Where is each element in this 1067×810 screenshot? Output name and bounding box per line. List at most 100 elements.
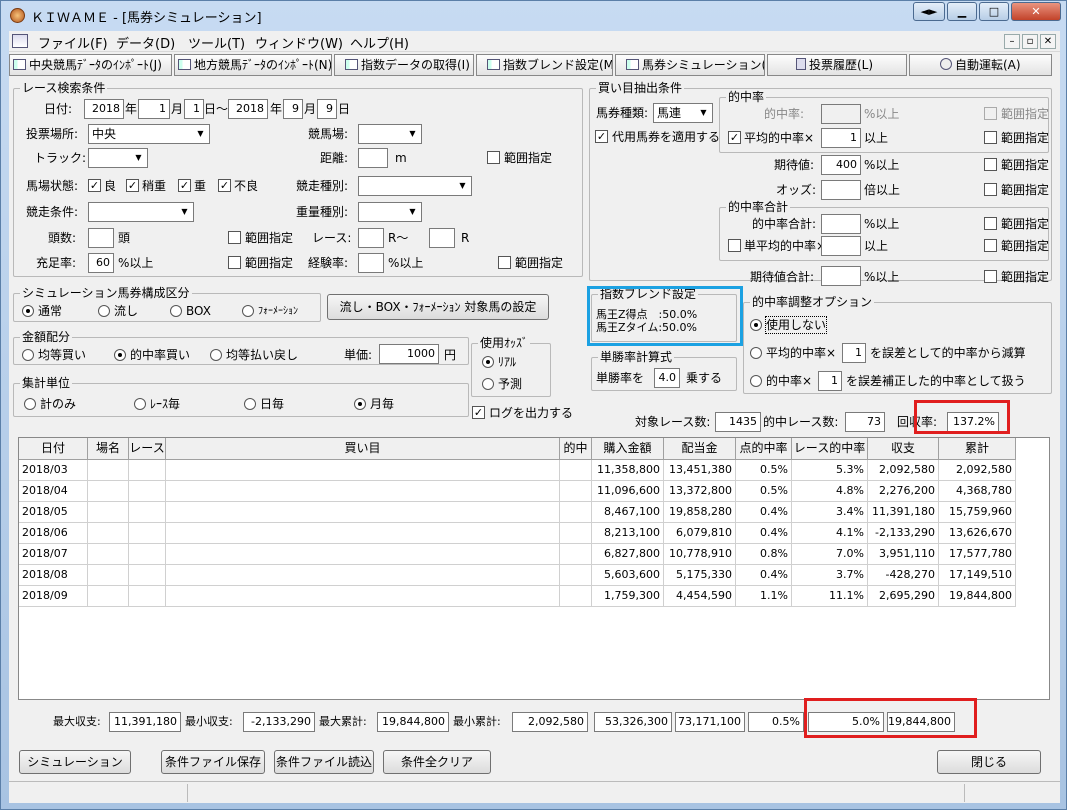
table-cell[interactable] xyxy=(560,586,592,607)
table-cell[interactable]: 5,603,600 xyxy=(592,565,664,586)
clear-conditions-button[interactable]: 条件全クリア xyxy=(383,750,491,774)
composition-box-radio[interactable] xyxy=(170,305,182,317)
blend-settings-button[interactable]: 指数ブレンド設定(M) xyxy=(476,54,613,76)
table-cell[interactable]: 5,175,330 xyxy=(664,565,736,586)
distance-range-checkbox[interactable] xyxy=(487,151,500,164)
table-cell[interactable]: 3.7% xyxy=(792,565,868,586)
column-header[interactable]: 累計 xyxy=(939,438,1016,460)
aggregate-day-radio[interactable] xyxy=(244,398,256,410)
table-cell[interactable]: 4,368,780 xyxy=(939,481,1016,502)
heads-range-checkbox[interactable] xyxy=(228,231,241,244)
equal-payout-radio[interactable] xyxy=(210,349,222,361)
table-cell[interactable] xyxy=(166,502,560,523)
going-bad-checkbox[interactable]: ✓ xyxy=(218,179,231,192)
table-cell[interactable] xyxy=(129,586,166,607)
table-cell[interactable]: 13,451,380 xyxy=(664,460,736,481)
column-header[interactable]: 配当金 xyxy=(664,438,736,460)
hit-rate-input[interactable] xyxy=(821,104,861,124)
table-cell[interactable] xyxy=(129,544,166,565)
race-type-select[interactable]: ▼ xyxy=(358,176,472,196)
to-month-input[interactable]: 9 xyxy=(283,99,303,119)
from-day-input[interactable]: 1 xyxy=(184,99,204,119)
table-cell[interactable] xyxy=(560,544,592,565)
table-cell[interactable]: 0.5% xyxy=(736,460,792,481)
table-cell[interactable] xyxy=(129,481,166,502)
substitute-checkbox[interactable]: ✓ xyxy=(595,130,608,143)
vote-history-button[interactable]: 投票履歴(L) xyxy=(767,54,907,76)
close-button[interactable]: 閉じる xyxy=(937,750,1041,774)
column-header[interactable]: 収支 xyxy=(868,438,939,460)
table-cell[interactable] xyxy=(166,565,560,586)
mdi-minimize-button[interactable]: – xyxy=(1004,34,1020,49)
aggregate-race-radio[interactable] xyxy=(134,398,146,410)
adjust-none-radio[interactable] xyxy=(750,319,762,331)
table-cell[interactable]: 19,858,280 xyxy=(664,502,736,523)
table-cell[interactable]: 11,358,800 xyxy=(592,460,664,481)
menu-help[interactable]: ヘルプ(H) xyxy=(350,33,409,52)
hit-sum-input[interactable] xyxy=(821,214,861,234)
table-cell[interactable]: 2,092,580 xyxy=(868,460,939,481)
table-cell[interactable]: 0.8% xyxy=(736,544,792,565)
fill-rate-input[interactable]: 60 xyxy=(88,253,114,273)
table-cell[interactable]: 2018/07 xyxy=(19,544,88,565)
table-cell[interactable]: 13,626,670 xyxy=(939,523,1016,544)
table-cell[interactable]: 19,844,800 xyxy=(939,586,1016,607)
table-cell[interactable]: 0.4% xyxy=(736,523,792,544)
table-cell[interactable]: 6,827,800 xyxy=(592,544,664,565)
auto-run-button[interactable]: 自動運転(A) xyxy=(909,54,1052,76)
race-condition-select[interactable]: ▼ xyxy=(88,202,194,222)
table-cell[interactable]: 11,096,600 xyxy=(592,481,664,502)
single-avg-checkbox[interactable] xyxy=(728,239,741,252)
expectation-sum-input[interactable] xyxy=(821,266,861,286)
import-central-button[interactable]: 中央競馬ﾃﾞｰﾀのｲﾝﾎﾟｰﾄ(J) xyxy=(9,54,172,76)
single-avg-range-checkbox[interactable] xyxy=(984,239,997,252)
target-horse-settings-button[interactable]: 流し・BOX・ﾌｫｰﾒｰｼｮﾝ 対象馬の設定 xyxy=(327,294,549,320)
table-cell[interactable] xyxy=(166,523,560,544)
table-cell[interactable] xyxy=(166,481,560,502)
table-cell[interactable]: 5.3% xyxy=(792,460,868,481)
table-cell[interactable] xyxy=(88,481,129,502)
racecourse-select[interactable]: ▼ xyxy=(358,124,422,144)
venue-select[interactable]: 中央 ▼ xyxy=(88,124,210,144)
column-header[interactable]: 的中 xyxy=(560,438,592,460)
window-maximize-button[interactable]: □ xyxy=(979,2,1009,21)
to-year-input[interactable]: 2018 xyxy=(228,99,268,119)
table-cell[interactable]: 8,467,100 xyxy=(592,502,664,523)
table-cell[interactable]: 6,079,810 xyxy=(664,523,736,544)
to-day-input[interactable]: 9 xyxy=(317,99,337,119)
mdi-restore-button[interactable]: ▫ xyxy=(1022,34,1038,49)
table-cell[interactable] xyxy=(129,523,166,544)
table-cell[interactable] xyxy=(560,460,592,481)
win-rate-input[interactable]: 4.0 xyxy=(654,368,680,388)
going-good-checkbox[interactable]: ✓ xyxy=(88,179,101,192)
table-cell[interactable] xyxy=(560,523,592,544)
table-cell[interactable] xyxy=(88,544,129,565)
table-cell[interactable] xyxy=(129,565,166,586)
composition-nagashi-radio[interactable] xyxy=(98,305,110,317)
unit-price-input[interactable]: 1000 xyxy=(379,344,439,364)
table-cell[interactable]: 17,149,510 xyxy=(939,565,1016,586)
weight-type-select[interactable]: ▼ xyxy=(358,202,422,222)
table-cell[interactable]: 17,577,780 xyxy=(939,544,1016,565)
table-cell[interactable]: 15,759,960 xyxy=(939,502,1016,523)
table-cell[interactable] xyxy=(560,502,592,523)
odds-forecast-radio[interactable] xyxy=(482,378,494,390)
table-cell[interactable]: 2,695,290 xyxy=(868,586,939,607)
from-year-input[interactable]: 2018 xyxy=(84,99,124,119)
from-month-input[interactable]: 1 xyxy=(138,99,170,119)
table-cell[interactable]: 0.4% xyxy=(736,565,792,586)
column-header[interactable]: 買い目 xyxy=(166,438,560,460)
column-header[interactable]: 点的中率 xyxy=(736,438,792,460)
table-cell[interactable]: 2,092,580 xyxy=(939,460,1016,481)
table-cell[interactable]: 1,759,300 xyxy=(592,586,664,607)
adjust-subtract-input[interactable]: 1 xyxy=(842,343,866,363)
table-cell[interactable]: 11.1% xyxy=(792,586,868,607)
table-cell[interactable] xyxy=(129,502,166,523)
expectation-input[interactable]: 400 xyxy=(821,155,861,175)
fill-range-checkbox[interactable] xyxy=(228,256,241,269)
table-cell[interactable]: -2,133,290 xyxy=(868,523,939,544)
column-header[interactable]: 場名 xyxy=(88,438,129,460)
avg-hit-range-checkbox[interactable] xyxy=(984,131,997,144)
table-cell[interactable]: 2018/05 xyxy=(19,502,88,523)
race-from-input[interactable] xyxy=(358,228,384,248)
